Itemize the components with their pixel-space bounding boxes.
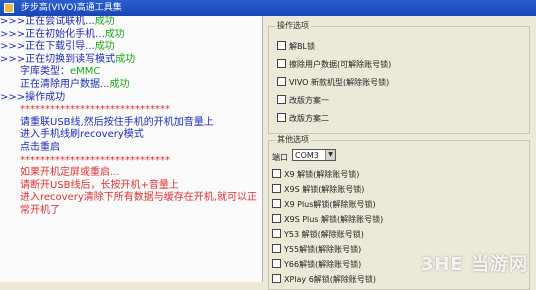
warning-line: 请断开USB线后，长按开机+音量上 — [20, 179, 179, 191]
site-watermark-logo: 3HE 当游网 — [420, 254, 528, 275]
log-panel[interactable]: >>>正在尝试联机...成功 >>>正在初始化手机...成功 >>>正在下载引导… — [0, 16, 263, 282]
window-titlebar: 步步高(VIVO)高通工具集 — [0, 0, 536, 16]
storage-type-line: 字库类型：eMMC — [20, 66, 101, 78]
option-model-x9s-plus[interactable]: X9S Plus 解锁(解除账号锁) — [272, 214, 383, 225]
separator-line: ****************************** — [20, 154, 170, 166]
op-success-line: >>>操作成功 — [0, 91, 66, 103]
checkbox-icon[interactable] — [272, 199, 281, 208]
checkbox-icon[interactable] — [272, 244, 281, 253]
operation-options-title: 操作选项 — [275, 20, 311, 31]
option-model-xplay6[interactable]: XPlay 6解锁(解除账号锁) — [272, 274, 376, 285]
checkbox-icon[interactable] — [277, 41, 286, 50]
warning-line: 如果开机定屏或重启... — [20, 167, 120, 179]
checkbox-icon[interactable] — [277, 77, 286, 86]
checkbox-icon[interactable] — [272, 214, 281, 223]
clearing-data-line: 正在清除用户数据...成功 — [20, 78, 130, 90]
option-mod-scheme-2[interactable]: 改版方案二 — [277, 113, 329, 124]
option-model-y53[interactable]: Y53 解锁(解除账号锁) — [272, 229, 364, 240]
option-erase-user-data[interactable]: 擦除用户数据(可解除账号锁) — [277, 59, 391, 70]
window-title: 步步高(VIVO)高通工具集 — [20, 3, 122, 13]
log-line: >>>正在下载引导...成功 — [0, 41, 115, 53]
option-model-x9s[interactable]: X9S 解锁(解除账号锁) — [272, 184, 364, 195]
port-select[interactable]: COM3 ▼ — [292, 149, 336, 161]
log-line: >>>正在初始化手机...成功 — [0, 28, 125, 40]
chevron-down-icon[interactable]: ▼ — [325, 150, 335, 160]
option-model-y66[interactable]: Y66解锁(解除账号锁) — [272, 259, 361, 270]
checkbox-icon[interactable] — [277, 59, 286, 68]
log-line: >>>正在尝试联机...成功 — [0, 16, 115, 27]
checkbox-icon[interactable] — [272, 184, 281, 193]
checkbox-icon[interactable] — [277, 113, 286, 122]
option-model-x9[interactable]: X9 解锁(解除账号锁) — [272, 169, 359, 180]
other-options-title: 其他选项 — [275, 134, 311, 145]
checkbox-icon[interactable] — [272, 259, 281, 268]
operation-options-group: 操作选项 解BL锁 擦除用户数据(可解除账号锁) VIVO 新款机型(解除账号锁… — [268, 20, 530, 134]
option-model-y55[interactable]: Y55解锁(解除账号锁) — [272, 244, 361, 255]
port-label: 端口 — [272, 153, 288, 162]
instruction-line: 请重联USB线,然后按住手机的开机加音量上 — [20, 116, 214, 128]
options-panel: 操作选项 解BL锁 擦除用户数据(可解除账号锁) VIVO 新款机型(解除账号锁… — [264, 16, 536, 290]
option-mod-scheme-1[interactable]: 改版方案一 — [277, 95, 329, 106]
checkbox-icon[interactable] — [277, 95, 286, 104]
separator-line: ****************************** — [20, 104, 170, 116]
app-icon — [4, 2, 14, 13]
checkbox-icon[interactable] — [272, 229, 281, 238]
option-model-x9-plus[interactable]: X9 Plus解锁(解除账号锁) — [272, 199, 376, 210]
instruction-line: 进入手机线刷recovery模式 — [20, 129, 144, 141]
checkbox-icon[interactable] — [272, 169, 281, 178]
warning-line: 进入recovery清除下所有数据与缓存在开机,就可以正常开机了 — [20, 192, 257, 216]
option-vivo-new-model[interactable]: VIVO 新款机型(解除账号锁) — [277, 77, 389, 88]
log-line: >>>正在切换到读写模式成功 — [0, 53, 136, 65]
instruction-line: 点击重启 — [20, 141, 60, 153]
option-unlock-bl[interactable]: 解BL锁 — [277, 41, 315, 52]
